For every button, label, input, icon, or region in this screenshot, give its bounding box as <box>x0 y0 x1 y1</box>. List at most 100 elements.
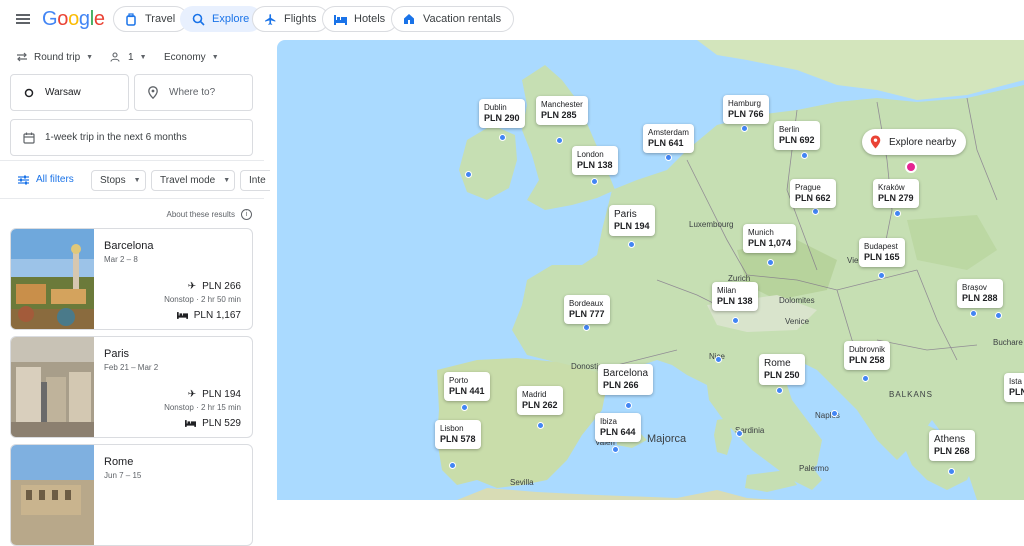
map-dot[interactable] <box>736 430 743 437</box>
stops-filter[interactable]: Stops ▼ <box>91 170 146 191</box>
map-dot[interactable] <box>801 152 808 159</box>
tab-flights[interactable]: Flights <box>252 6 330 32</box>
origin-field[interactable]: Warsaw <box>10 74 129 111</box>
cabin-class-select[interactable]: Economy ▼ <box>164 49 219 65</box>
map-dot[interactable] <box>591 178 598 185</box>
map-pin-dublin[interactable]: Dublin PLN 290 <box>479 99 525 128</box>
pin-price: PLN 641 <box>648 138 684 148</box>
map-pin-porto[interactable]: Porto PLN 441 <box>444 372 490 401</box>
map-dot[interactable] <box>665 154 672 161</box>
pin-city: Dublin <box>484 103 507 112</box>
map-pin-madrid[interactable]: Madrid PLN 262 <box>517 386 563 415</box>
map-pin-lisbon[interactable]: Lisbon PLN 578 <box>435 420 481 449</box>
map-dot[interactable] <box>715 356 722 363</box>
map-dot[interactable] <box>894 210 901 217</box>
map-dot[interactable] <box>767 259 774 266</box>
divider <box>0 198 264 199</box>
map-dot[interactable] <box>776 387 783 394</box>
pin-city: Madrid <box>522 390 547 399</box>
origin-value: Warsaw <box>45 87 81 98</box>
tab-hotels[interactable]: Hotels <box>322 6 399 32</box>
person-icon <box>110 52 120 62</box>
map-dot[interactable] <box>612 446 619 453</box>
trip-type-label: Round trip <box>34 51 81 63</box>
map-pin-manchester[interactable]: Manchester PLN 285 <box>536 96 588 125</box>
map-dot[interactable] <box>465 171 472 178</box>
hotel-price-value: PLN 529 <box>202 418 241 429</box>
map-pin-milan[interactable]: Milan PLN 138 <box>712 282 758 311</box>
pin-price: PLN 262 <box>522 400 558 410</box>
map-dot[interactable] <box>812 208 819 215</box>
map-dot[interactable] <box>741 125 748 132</box>
flight-price-value: PLN 194 <box>202 389 241 400</box>
rome-photo <box>11 445 94 545</box>
pin-city: Bordeaux <box>569 299 604 308</box>
map-label-majorca: Majorca <box>647 433 687 445</box>
map-dot[interactable] <box>970 310 977 317</box>
tab-vacation-rentals[interactable]: Vacation rentals <box>391 6 515 32</box>
pin-price: PLN 138 <box>717 296 753 306</box>
origin-location-marker[interactable] <box>905 161 917 173</box>
map-pin-brasov[interactable]: Brașov PLN 288 <box>957 279 1003 308</box>
destination-field[interactable] <box>134 74 253 111</box>
passengers-select[interactable]: 1 ▼ <box>110 49 147 65</box>
main-menu-icon[interactable] <box>14 12 32 26</box>
destination-card-barcelona[interactable]: Barcelona Mar 2 – 8 ✈ PLN 266 Nonstop · … <box>10 228 253 330</box>
map-pin-bordeaux[interactable]: Bordeaux PLN 777 <box>564 295 610 324</box>
destination-input[interactable] <box>169 87 249 98</box>
map-dot[interactable] <box>625 402 632 409</box>
tab-travel[interactable]: Travel <box>113 6 189 32</box>
destinations-map[interactable]: Luxembourg Zurich Dolomites Venice Nice … <box>277 40 1024 500</box>
map-pin-paris[interactable]: Paris PLN 194 <box>609 205 655 236</box>
destination-card-paris[interactable]: Paris Feb 21 – Mar 2 ✈ PLN 194 Nonstop ·… <box>10 336 253 438</box>
airplane-icon: ✈ <box>187 281 197 292</box>
google-logo[interactable]: Google <box>42 8 105 31</box>
all-filters-button[interactable]: All filters <box>18 174 74 185</box>
map-dot[interactable] <box>878 272 885 279</box>
map-pin-athens[interactable]: Athens PLN 268 <box>929 430 975 461</box>
map-dot[interactable] <box>499 134 506 141</box>
map-pin-ibiza[interactable]: Ibiza PLN 644 <box>595 413 641 442</box>
map-pin-prague[interactable]: Prague PLN 662 <box>790 179 836 208</box>
map-dot[interactable] <box>831 410 838 417</box>
tab-explore[interactable]: Explore <box>180 6 263 32</box>
bed-icon <box>333 12 347 26</box>
map-pin-rome[interactable]: Rome PLN 250 <box>759 354 805 385</box>
dates-field[interactable]: 1-week trip in the next 6 months <box>10 119 253 156</box>
map-pin-berlin[interactable]: Berlin PLN 692 <box>774 121 820 150</box>
about-results-label: About these results <box>166 210 235 219</box>
map-dot[interactable] <box>461 404 468 411</box>
about-results[interactable]: About these results i <box>167 209 252 220</box>
map-dot[interactable] <box>862 375 869 382</box>
explore-nearby-button[interactable]: Explore nearby <box>862 129 967 155</box>
pin-city: Ibiza <box>600 417 617 426</box>
map-pin-istanbul[interactable]: Ista PLN <box>1004 373 1024 402</box>
map-pin-london[interactable]: London PLN 138 <box>572 146 618 175</box>
map-pin-krakow[interactable]: Kraków PLN 279 <box>873 179 919 208</box>
map-dot[interactable] <box>556 137 563 144</box>
map-pin-hamburg[interactable]: Hamburg PLN 766 <box>723 95 769 124</box>
destination-card-rome[interactable]: Rome Jun 7 – 15 <box>10 444 253 546</box>
map-base <box>437 40 1024 500</box>
map-dot[interactable] <box>995 312 1002 319</box>
map-pin-barcelona[interactable]: Barcelona PLN 266 <box>598 364 654 395</box>
trip-type-select[interactable]: Round trip ▼ <box>16 49 93 65</box>
map-pin-dubrovnik[interactable]: Dubrovnik PLN 258 <box>844 341 891 370</box>
map-dot[interactable] <box>732 317 739 324</box>
map-pin-budapest[interactable]: Budapest PLN 165 <box>859 238 905 267</box>
map-dot[interactable] <box>583 324 590 331</box>
travel-mode-filter[interactable]: Travel mode ▼ <box>151 170 235 191</box>
pin-price: PLN <box>1009 387 1024 397</box>
pin-price: PLN 285 <box>541 110 577 120</box>
map-dot[interactable] <box>449 462 456 469</box>
info-icon: i <box>241 209 252 220</box>
map-pin-amsterdam[interactable]: Amsterdam PLN 641 <box>643 124 694 153</box>
map-pin-munich[interactable]: Munich PLN 1,074 <box>743 224 797 253</box>
interests-filter[interactable]: Inte <box>240 170 270 191</box>
map-dot[interactable] <box>537 422 544 429</box>
flight-price-value: PLN 266 <box>202 281 241 292</box>
map-dot[interactable] <box>948 468 955 475</box>
pin-city: Brașov <box>962 283 987 292</box>
map-dot[interactable] <box>628 241 635 248</box>
pin-price: PLN 250 <box>764 370 800 380</box>
